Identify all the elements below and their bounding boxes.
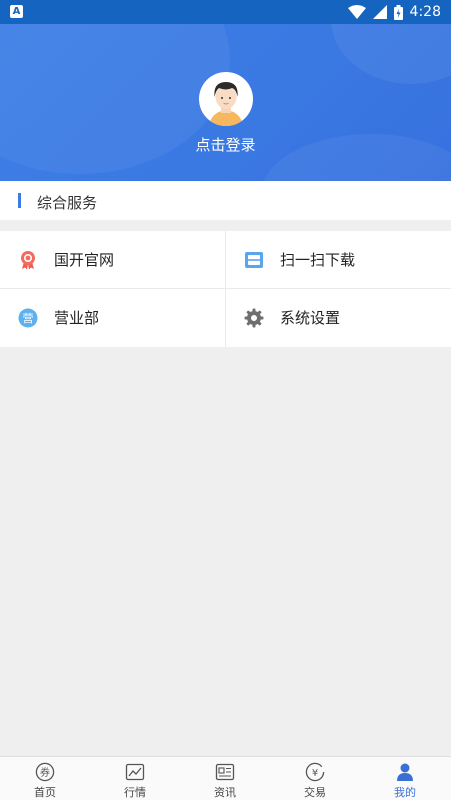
user-icon [397,763,413,781]
status-icons: 4:28 [347,3,441,21]
battery-icon [393,4,403,20]
service-scan-download[interactable]: 扫一扫下载 [226,231,451,289]
tab-trade[interactable]: ¥ 交易 [270,757,360,800]
tab-label: 首页 [34,786,56,799]
service-label: 营业部 [54,309,100,327]
chart-icon [125,763,145,781]
scan-icon [245,252,263,268]
gear-icon [244,308,264,328]
tab-label: 资讯 [214,786,236,799]
service-official-site[interactable]: 国开官网 [0,231,225,289]
service-branch[interactable]: 营 营业部 [0,289,225,347]
svg-text:券: 券 [40,766,50,779]
award-ribbon-icon [21,251,35,270]
tab-mine[interactable]: 我的 [360,757,450,800]
tab-market[interactable]: 行情 [90,757,180,800]
tab-label: 我的 [394,786,416,799]
section-title: 综合服务 [37,194,98,212]
login-link[interactable]: 点击登录 [0,134,451,155]
signal-icon [372,5,387,19]
bottom-nav: 券 首页 行情 资讯 ¥ 交易 我的 [0,756,451,800]
tab-news[interactable]: 资讯 [180,757,270,800]
avatar-icon [209,82,243,126]
service-label: 扫一扫下载 [280,251,356,269]
service-label: 国开官网 [54,251,115,269]
tab-label: 交易 [304,786,326,799]
tab-home[interactable]: 券 首页 [0,757,90,800]
news-icon [215,763,235,781]
service-settings[interactable]: 系统设置 [226,289,451,347]
section-header: 综合服务 [0,181,451,220]
status-time: 4:28 [409,4,441,20]
branch-icon: 营 [18,308,38,328]
service-grid: 国开官网 扫一扫下载 营 营业部 系统设置 [0,231,451,347]
tab-label: 行情 [124,786,146,799]
section-accent-bar [18,193,21,208]
svg-text:¥: ¥ [312,768,318,779]
trade-yen-icon: ¥ [305,762,325,782]
profile-header: 点击登录 [0,24,451,181]
avatar[interactable] [199,72,253,126]
service-label: 系统设置 [280,309,341,327]
header-decoration [331,24,451,84]
home-coupon-icon: 券 [35,762,55,782]
svg-text:营: 营 [23,311,34,325]
notification-a-icon: A [10,5,23,18]
wifi-icon [347,5,366,19]
status-bar: A 4:28 [0,0,451,24]
